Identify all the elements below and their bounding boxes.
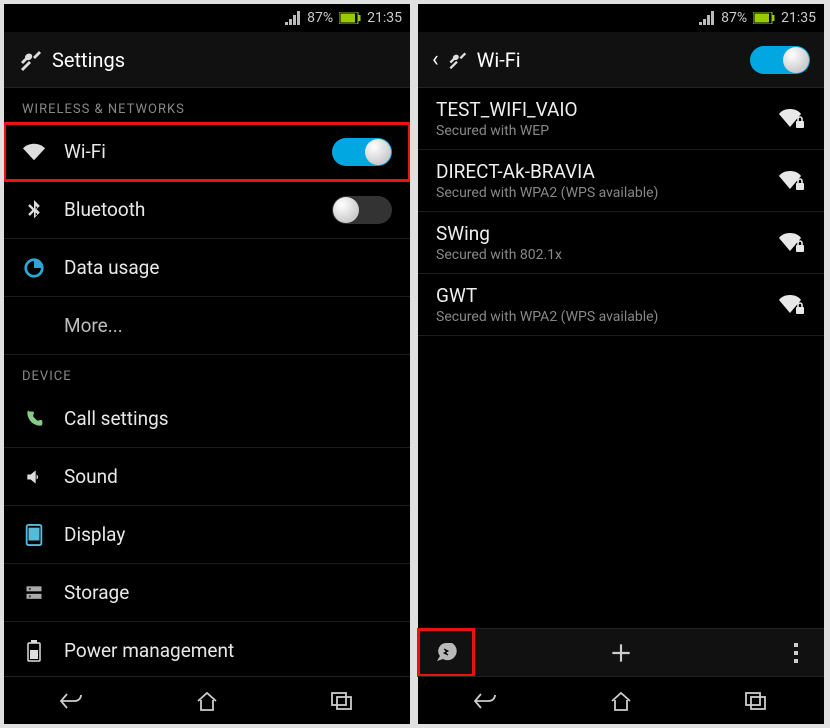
wifi-icon	[22, 140, 46, 164]
add-network-button[interactable]	[474, 629, 768, 676]
storage-row[interactable]: Storage	[4, 564, 410, 622]
data-usage-row[interactable]: Data usage	[4, 239, 410, 297]
wifi-action-bar	[418, 628, 824, 676]
wifi-row[interactable]: Wi-Fi	[4, 123, 410, 181]
nav-home-button[interactable]	[553, 677, 688, 724]
wifi-master-toggle[interactable]	[750, 46, 810, 74]
network-row[interactable]: SWing Secured with 802.1x	[418, 212, 824, 274]
power-management-row[interactable]: Power management	[4, 622, 410, 676]
network-name: TEST_WIFI_VAIO	[436, 98, 764, 121]
sound-row[interactable]: Sound	[4, 448, 410, 506]
wifi-signal-lock-icon	[778, 105, 806, 133]
wps-icon	[434, 641, 458, 665]
sound-label: Sound	[64, 465, 392, 488]
wifi-toggle[interactable]	[332, 138, 392, 166]
wifi-screen-title: Wi-Fi	[477, 48, 740, 72]
settings-screen: 87% 21:35 Settings WIRELESS & NETWORKS W…	[4, 4, 410, 724]
power-label: Power management	[64, 639, 392, 662]
wifi-signal-lock-icon	[778, 291, 806, 319]
network-row[interactable]: DIRECT-Ak-BRAVIA Secured with WPA2 (WPS a…	[418, 150, 824, 212]
network-name: SWing	[436, 222, 764, 245]
plus-icon	[608, 640, 634, 666]
display-row[interactable]: Display	[4, 506, 410, 564]
settings-list: WIRELESS & NETWORKS Wi-Fi Bluetooth Data…	[4, 88, 410, 676]
section-wireless-networks: WIRELESS & NETWORKS	[4, 88, 410, 123]
wifi-label: Wi-Fi	[64, 140, 314, 163]
wifi-network-list: TEST_WIFI_VAIO Secured with WEP DIRECT-Ak-…	[418, 88, 824, 628]
network-security: Secured with WEP	[436, 123, 764, 139]
nav-recent-button[interactable]	[689, 677, 824, 724]
display-icon	[22, 523, 46, 547]
network-row[interactable]: TEST_WIFI_VAIO Secured with WEP	[418, 88, 824, 150]
more-label: More...	[64, 314, 392, 337]
overflow-icon	[793, 642, 799, 664]
call-settings-row[interactable]: Call settings	[4, 390, 410, 448]
network-row[interactable]: GWT Secured with WPA2 (WPS available)	[418, 274, 824, 336]
overflow-menu-button[interactable]	[768, 629, 824, 676]
section-device: DEVICE	[4, 355, 410, 390]
network-name: DIRECT-Ak-BRAVIA	[436, 160, 764, 183]
network-security: Secured with WPA2 (WPS available)	[436, 185, 764, 201]
clock-text: 21:35	[781, 10, 816, 26]
battery-icon	[339, 12, 361, 24]
wifi-screen: 87% 21:35 ‹ Wi-Fi TEST_WIFI_VAIO Secured …	[418, 4, 824, 724]
signal-icon	[285, 11, 301, 25]
data-usage-label: Data usage	[64, 256, 392, 279]
nav-bar	[418, 676, 824, 724]
network-security: Secured with 802.1x	[436, 247, 764, 263]
sound-icon	[22, 465, 46, 489]
network-security: Secured with WPA2 (WPS available)	[436, 309, 764, 325]
settings-tools-icon	[447, 50, 467, 70]
status-bar: 87% 21:35	[4, 4, 410, 32]
call-settings-label: Call settings	[64, 407, 392, 430]
phone-icon	[22, 407, 46, 431]
storage-icon	[22, 581, 46, 605]
nav-recent-button[interactable]	[275, 677, 410, 724]
nav-home-button[interactable]	[139, 677, 274, 724]
settings-tools-icon	[18, 48, 42, 72]
battery-text: 87%	[721, 10, 747, 26]
more-row[interactable]: More...	[4, 297, 410, 355]
bluetooth-toggle[interactable]	[332, 196, 392, 224]
bluetooth-label: Bluetooth	[64, 198, 314, 221]
battery-vert-icon	[22, 639, 46, 663]
network-name: GWT	[436, 284, 764, 307]
settings-appbar: Settings	[4, 32, 410, 88]
back-icon[interactable]: ‹	[432, 47, 439, 72]
status-bar: 87% 21:35	[418, 4, 824, 32]
battery-icon	[753, 12, 775, 24]
signal-icon	[699, 11, 715, 25]
display-label: Display	[64, 523, 392, 546]
storage-label: Storage	[64, 581, 392, 604]
clock-text: 21:35	[367, 10, 402, 26]
bluetooth-icon	[22, 198, 46, 222]
wps-button[interactable]	[418, 629, 474, 676]
wifi-signal-lock-icon	[778, 167, 806, 195]
wifi-signal-lock-icon	[778, 229, 806, 257]
nav-bar	[4, 676, 410, 724]
settings-title: Settings	[52, 48, 396, 72]
wifi-appbar: ‹ Wi-Fi	[418, 32, 824, 88]
nav-back-button[interactable]	[418, 677, 553, 724]
nav-back-button[interactable]	[4, 677, 139, 724]
bluetooth-row[interactable]: Bluetooth	[4, 181, 410, 239]
data-usage-icon	[22, 256, 46, 280]
battery-text: 87%	[307, 10, 333, 26]
